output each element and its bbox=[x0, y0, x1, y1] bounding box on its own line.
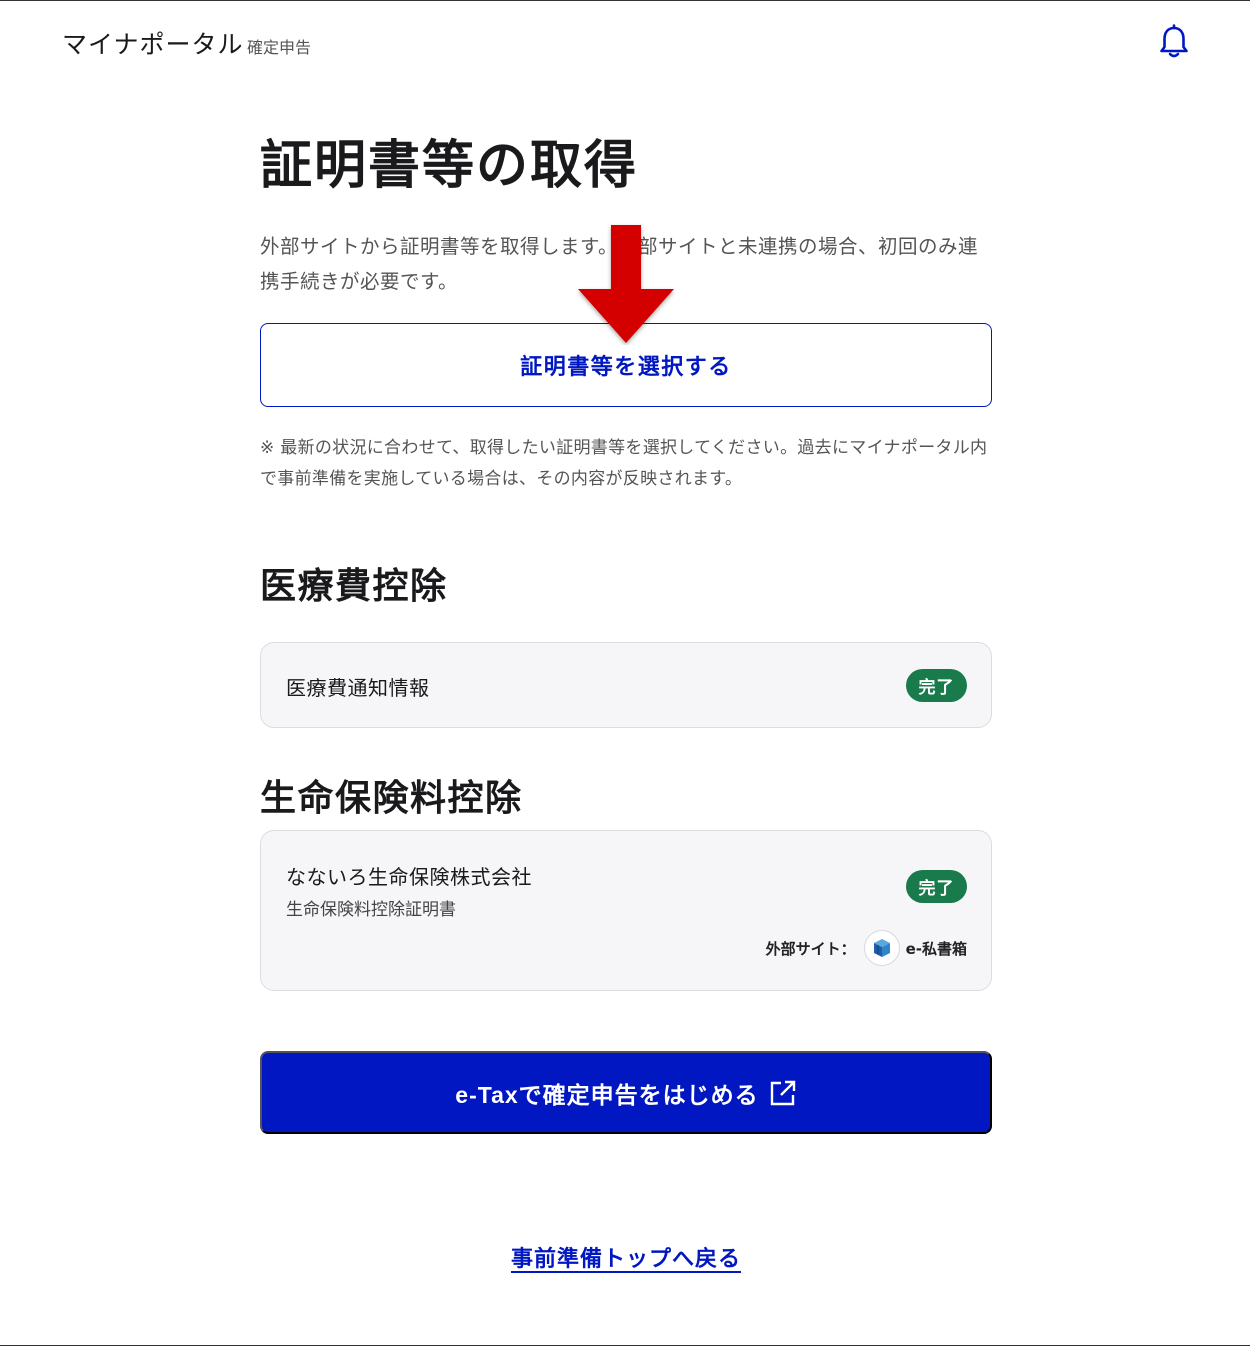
bell-icon[interactable] bbox=[1158, 24, 1190, 60]
external-site-row: 外部サイト： e-私書箱 bbox=[766, 930, 967, 966]
external-link-icon bbox=[770, 1080, 795, 1105]
page-title: 証明書等の取得 bbox=[260, 136, 639, 196]
annotation-arrow-down-icon bbox=[578, 225, 674, 343]
back-to-preparation-top-link[interactable]: 事前準備トップへ戻る bbox=[260, 1241, 992, 1273]
section-title-medical: 医療費控除 bbox=[260, 566, 448, 607]
card-title: 医療費通知情報 bbox=[286, 676, 430, 700]
start-etax-button[interactable]: e-Taxで確定申告をはじめる bbox=[260, 1051, 992, 1134]
note-text: ※ 最新の状況に合わせて、取得したい証明書等を選択してください。過去にマイナポー… bbox=[260, 438, 988, 489]
e-shishobako-logo-icon bbox=[863, 930, 900, 966]
section-title-life-insurance: 生命保険料控除 bbox=[260, 778, 523, 819]
medical-notification-card[interactable]: 医療費通知情報 完了 bbox=[260, 642, 992, 728]
status-badge: 完了 bbox=[906, 870, 967, 903]
external-site-label: 外部サイト： bbox=[765, 939, 856, 958]
external-site-name: e-私書箱 bbox=[905, 939, 967, 958]
page: マイナポータル 確定申告 証明書等の取得 外部サイトから証明書等を取得します。外… bbox=[0, 0, 1250, 1346]
start-etax-label: e-Taxで確定申告をはじめる bbox=[455, 1081, 759, 1108]
card-subtitle: 生命保険料控除証明書 bbox=[286, 900, 456, 920]
life-insurance-card[interactable]: なないろ生命保険株式会社 生命保険料控除証明書 完了 外部サイト： e-私書箱 bbox=[260, 830, 992, 991]
header: マイナポータル 確定申告 bbox=[0, 1, 1250, 85]
brand-logo[interactable]: マイナポータル bbox=[62, 25, 244, 61]
header-section-label: 確定申告 bbox=[247, 38, 312, 57]
status-badge: 完了 bbox=[906, 669, 967, 702]
card-title: なないろ生命保険株式会社 bbox=[286, 865, 532, 889]
